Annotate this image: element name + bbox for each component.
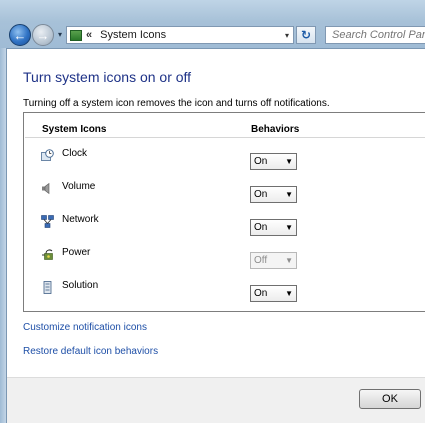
clock-icon bbox=[41, 149, 54, 162]
row-label-network: Network bbox=[62, 214, 99, 225]
system-icons-panel: System Icons Behaviors Clock On ▼ Volume… bbox=[23, 112, 425, 312]
content-area: Turn system icons on or off Turning off … bbox=[7, 49, 425, 423]
address-bar[interactable]: « System Icons ▾ bbox=[66, 26, 294, 44]
button-bar: OK bbox=[7, 377, 425, 423]
restore-default-behaviors-link[interactable]: Restore default icon behaviors bbox=[23, 346, 158, 357]
refresh-icon: ↻ bbox=[300, 28, 312, 42]
power-icon bbox=[41, 248, 54, 261]
window-frame-left bbox=[0, 48, 7, 423]
system-icon-row-solution: Solution On ▼ bbox=[24, 278, 425, 302]
chevron-down-icon: ▼ bbox=[285, 223, 293, 232]
control-panel-icon bbox=[70, 29, 82, 41]
behavior-select-clock[interactable]: On ▼ bbox=[250, 153, 297, 170]
control-panel-window: ← → ▾ « System Icons ▾ ↻ Turn system ico… bbox=[0, 0, 425, 423]
page-title: Turn system icons on or off bbox=[23, 69, 192, 85]
behavior-select-network[interactable]: On ▼ bbox=[250, 219, 297, 236]
forward-button[interactable]: → bbox=[32, 24, 54, 46]
back-arrow-icon: ← bbox=[13, 27, 27, 43]
speaker-icon bbox=[41, 182, 54, 195]
system-icon-row-clock: Clock On ▼ bbox=[24, 146, 425, 170]
chevron-down-icon: ▼ bbox=[285, 256, 293, 265]
chevron-down-icon: ▼ bbox=[285, 289, 293, 298]
search-box[interactable] bbox=[325, 26, 425, 44]
recent-pages-dropdown[interactable]: ▾ bbox=[56, 31, 64, 39]
behavior-select-power[interactable]: Off ▼ bbox=[250, 252, 297, 269]
solution-icon bbox=[41, 281, 54, 294]
back-button[interactable]: ← bbox=[9, 24, 31, 46]
navigation-bar: ← → ▾ « System Icons ▾ ↻ bbox=[0, 0, 425, 49]
chevron-down-icon: ▼ bbox=[285, 157, 293, 166]
system-icon-row-volume: Volume On ▼ bbox=[24, 179, 425, 203]
row-label-power: Power bbox=[62, 247, 91, 258]
behavior-value-clock: On bbox=[254, 156, 268, 167]
page-description: Turning off a system icon removes the ic… bbox=[23, 98, 330, 109]
breadcrumb-chevrons[interactable]: « bbox=[86, 29, 92, 41]
header-divider bbox=[25, 137, 425, 138]
behavior-value-solution: On bbox=[254, 288, 268, 299]
address-dropdown-icon[interactable]: ▾ bbox=[285, 31, 289, 40]
system-icon-row-network: Network On ▼ bbox=[24, 212, 425, 236]
forward-arrow-icon: → bbox=[36, 27, 50, 43]
chevron-down-icon: ▼ bbox=[285, 190, 293, 199]
network-icon bbox=[41, 215, 54, 228]
system-icons-header: System Icons bbox=[42, 124, 107, 135]
breadcrumb-system-icons[interactable]: System Icons bbox=[100, 29, 166, 41]
behavior-value-power: Off bbox=[254, 255, 268, 266]
behavior-select-solution[interactable]: On ▼ bbox=[250, 285, 297, 302]
search-input[interactable] bbox=[332, 29, 425, 41]
refresh-button[interactable]: ↻ bbox=[296, 26, 316, 44]
customize-notification-icons-link[interactable]: Customize notification icons bbox=[23, 322, 147, 333]
behavior-value-volume: On bbox=[254, 189, 268, 200]
behaviors-header: Behaviors bbox=[251, 124, 300, 135]
row-label-volume: Volume bbox=[62, 181, 96, 192]
system-icon-row-power: Power Off ▼ bbox=[24, 245, 425, 269]
row-label-solution: Solution bbox=[62, 280, 99, 291]
behavior-value-network: On bbox=[254, 222, 268, 233]
row-label-clock: Clock bbox=[62, 148, 88, 159]
ok-button[interactable]: OK bbox=[359, 389, 421, 409]
behavior-select-volume[interactable]: On ▼ bbox=[250, 186, 297, 203]
